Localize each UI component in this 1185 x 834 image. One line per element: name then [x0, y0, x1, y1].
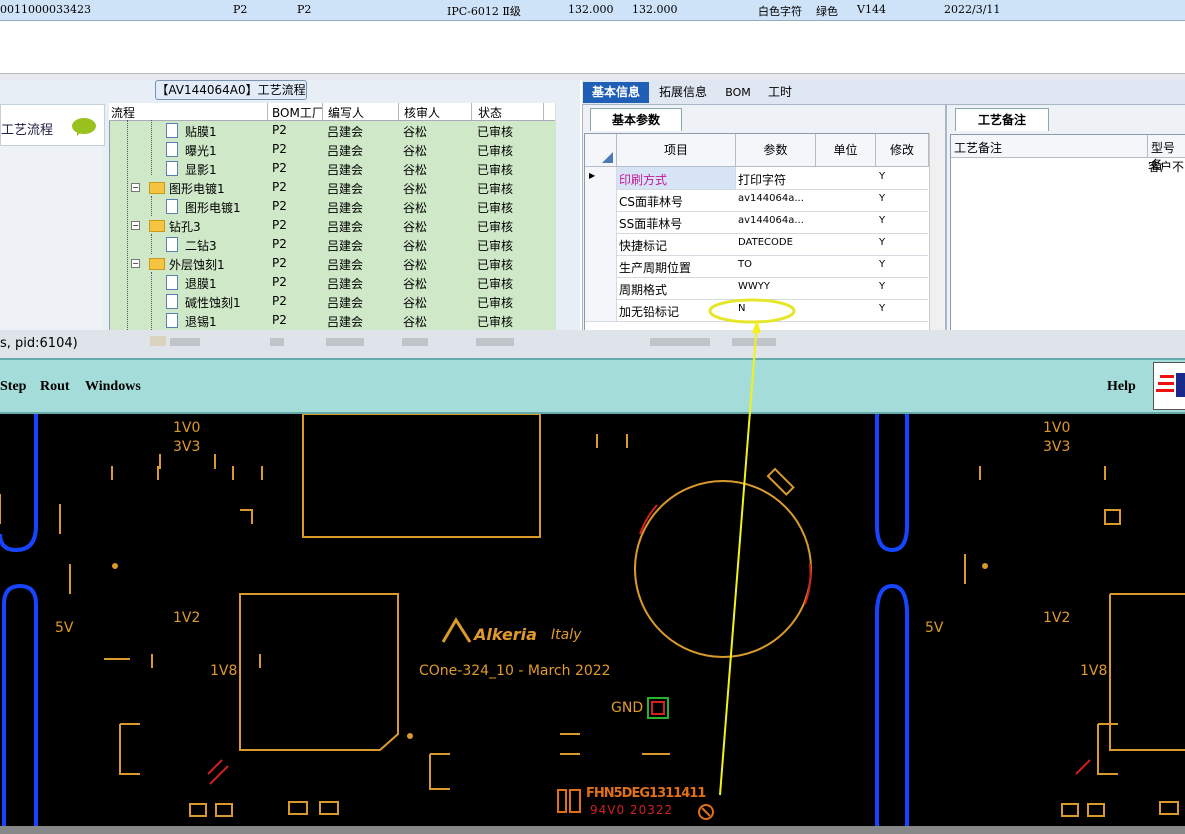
annotation-overlay [708, 298, 796, 796]
highlight-ellipse [708, 298, 796, 324]
annotation-arrow-line [719, 321, 758, 796]
window-bottom-bar [0, 826, 1185, 834]
